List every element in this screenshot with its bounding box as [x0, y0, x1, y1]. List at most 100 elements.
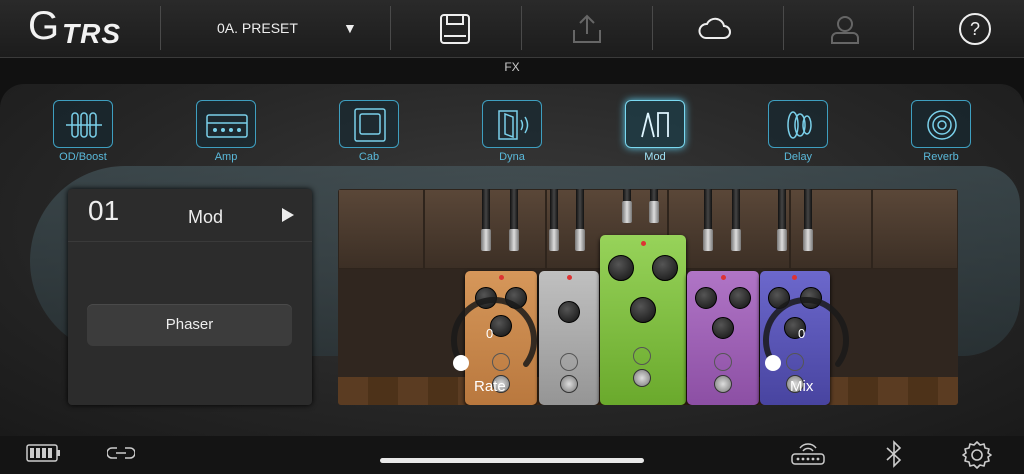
model-select-button[interactable]: Phaser: [87, 304, 292, 346]
fx-tab-label: Dyna: [499, 151, 525, 163]
cloud-icon[interactable]: [698, 12, 732, 46]
wall-tile: [668, 189, 790, 269]
home-indicator: [380, 458, 644, 463]
pedal-led: [641, 241, 646, 246]
preset-name: 0A. PRESET: [217, 20, 298, 36]
footswitch[interactable]: [633, 369, 651, 387]
fx-tab-label: Mod: [644, 151, 666, 163]
cable: [704, 189, 712, 229]
fx-tab-cab[interactable]: Cab: [329, 100, 409, 163]
divider: [521, 6, 522, 50]
cab-icon: [339, 100, 399, 148]
mix-label: Mix: [790, 378, 814, 395]
cable: [778, 189, 786, 229]
user-icon[interactable]: [828, 12, 862, 46]
fx-section-label: FX: [504, 60, 520, 74]
cable-jack: [575, 229, 585, 251]
dyna-icon: [482, 100, 542, 148]
wall-tile: [338, 189, 424, 269]
cable-jack: [649, 201, 659, 223]
link-icon[interactable]: [106, 442, 136, 469]
rate-label: Rate: [474, 378, 506, 395]
divider: [160, 6, 161, 50]
cable: [482, 189, 490, 229]
cable: [510, 189, 518, 229]
divider: [390, 6, 391, 50]
cable: [650, 189, 658, 201]
delay-icon: [768, 100, 828, 148]
router-icon[interactable]: [790, 440, 826, 471]
fx-tab-label: OD/Boost: [59, 151, 107, 163]
divider: [783, 6, 784, 50]
fx-tab-delay[interactable]: Delay: [758, 100, 838, 163]
wall-tile: [872, 189, 958, 269]
cable-jack: [509, 229, 519, 251]
pedal-led: [499, 275, 504, 280]
logo-text: TRS: [62, 18, 121, 49]
help-icon[interactable]: ?: [958, 12, 992, 46]
pedal-led: [792, 275, 797, 280]
fx-tab-label: Amp: [214, 151, 238, 163]
effect-slot-panel: 01 Mod Phaser: [68, 189, 312, 405]
pedal-led: [721, 275, 726, 280]
pedal-green[interactable]: [600, 235, 686, 405]
cable-jack: [703, 229, 713, 251]
rate-arc-knob[interactable]: [444, 284, 544, 384]
cable-jack: [777, 229, 787, 251]
footswitch[interactable]: [714, 375, 732, 393]
pedal-knob[interactable]: [608, 255, 634, 281]
settings-icon[interactable]: [962, 440, 992, 474]
divider: [652, 6, 653, 50]
save-icon[interactable]: [438, 12, 472, 46]
cable: [623, 189, 631, 201]
fx-tab-reverb[interactable]: Reverb: [901, 100, 981, 163]
cable-jack: [481, 229, 491, 251]
cable: [550, 189, 558, 229]
bluetooth-icon[interactable]: [882, 440, 906, 473]
preset-selector[interactable]: 0A. PRESET ▼: [175, 14, 375, 44]
fx-tab-od-boost[interactable]: OD/Boost: [43, 100, 123, 163]
amp-icon: [196, 100, 256, 148]
divider: [68, 241, 312, 242]
bottom-bar: [0, 436, 1024, 474]
pedal-knob[interactable]: [695, 287, 717, 309]
pedal-led: [567, 275, 572, 280]
play-icon[interactable]: [278, 205, 298, 225]
od-boost-icon: [53, 100, 113, 148]
pedal-switch-ring: [560, 353, 578, 371]
cable: [576, 189, 584, 229]
pedal-knob[interactable]: [729, 287, 751, 309]
cable: [732, 189, 740, 229]
cable: [804, 189, 812, 229]
mix-value: 0: [798, 326, 806, 341]
divider: [913, 6, 914, 50]
fx-tab-label: Cab: [358, 151, 380, 163]
chevron-down-icon: ▼: [343, 20, 357, 36]
upload-icon[interactable]: [570, 12, 604, 46]
pedal-board: [338, 189, 958, 405]
cable-jack: [803, 229, 813, 251]
pedal-knob[interactable]: [558, 301, 580, 323]
footswitch[interactable]: [560, 375, 578, 393]
fx-tab-amp[interactable]: Amp: [186, 100, 266, 163]
pedal-knob[interactable]: [652, 255, 678, 281]
fx-tab-dyna[interactable]: Dyna: [472, 100, 552, 163]
mod-icon: [625, 100, 685, 148]
logo-letter: G: [28, 4, 61, 48]
battery-icon: [26, 442, 62, 469]
cable-jack: [731, 229, 741, 251]
top-bar: G TRS 0A. PRESET ▼ ?: [0, 0, 1024, 58]
cable-jack: [549, 229, 559, 251]
fx-tab-mod[interactable]: Mod: [615, 100, 695, 163]
reverb-icon: [911, 100, 971, 148]
rate-value: 0: [486, 326, 494, 341]
pedal-knob[interactable]: [630, 297, 656, 323]
mix-arc-knob[interactable]: [756, 284, 856, 384]
pedal-purple[interactable]: [687, 271, 759, 405]
pedal-gray[interactable]: [539, 271, 599, 405]
pedal-knob[interactable]: [712, 317, 734, 339]
fx-tab-label: Delay: [783, 151, 813, 163]
svg-text:?: ?: [970, 19, 980, 39]
slot-number: 01: [88, 195, 120, 226]
fx-tab-label: Reverb: [923, 151, 959, 163]
